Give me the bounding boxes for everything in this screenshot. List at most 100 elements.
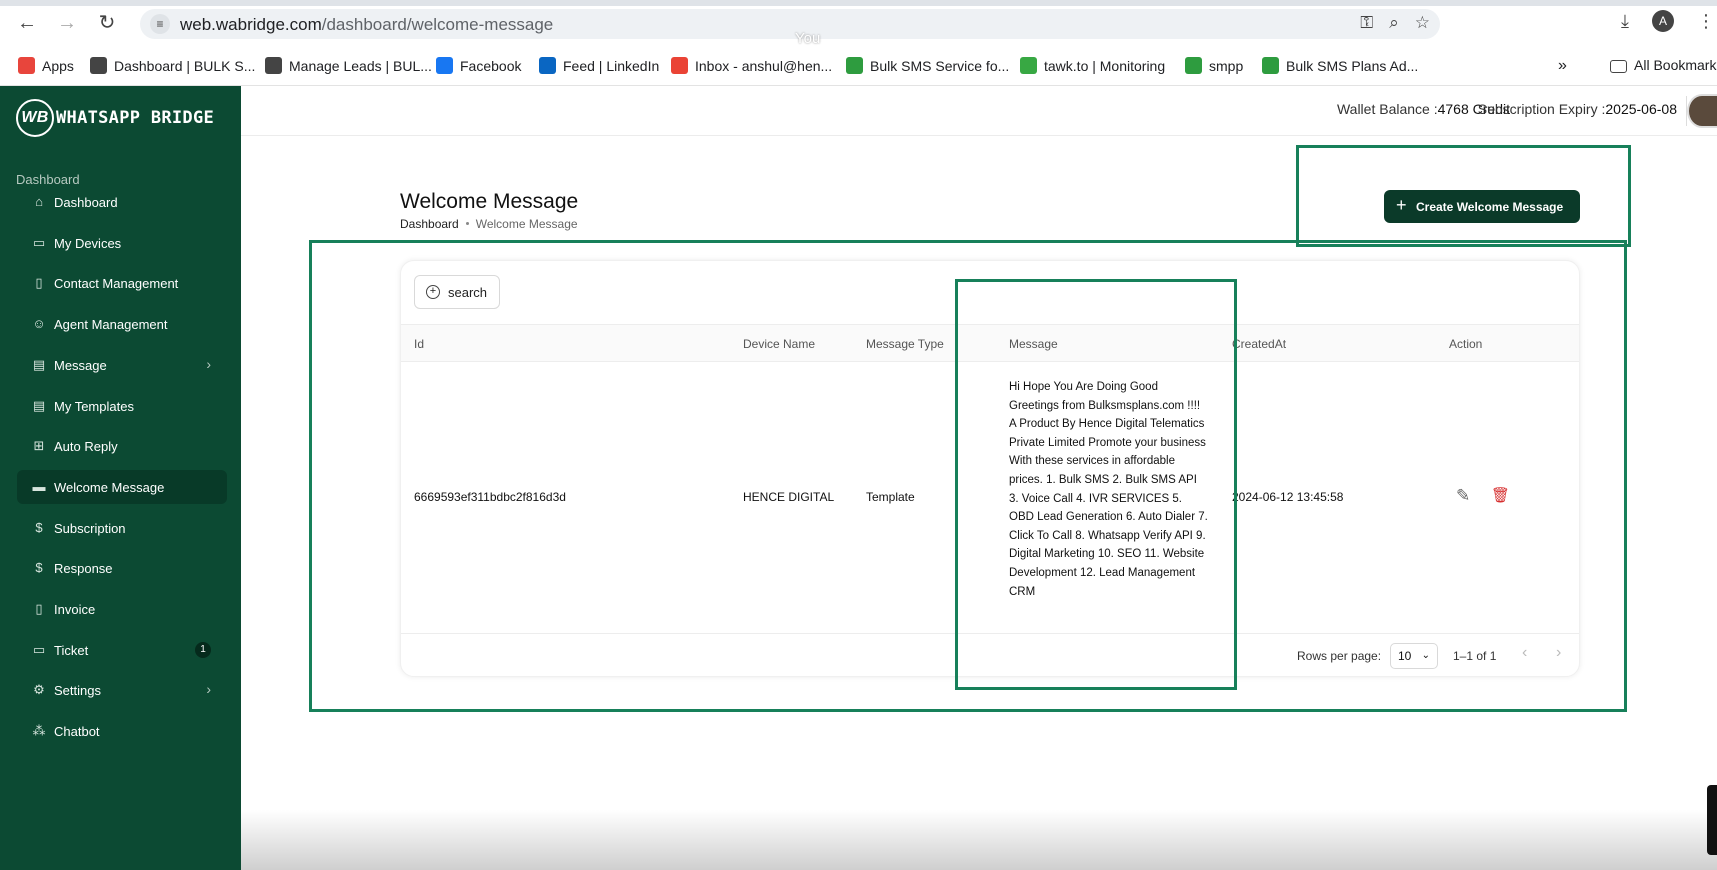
chevron-right-icon: › <box>206 681 211 698</box>
back-arrow-icon[interactable]: ← <box>14 10 40 36</box>
devices-icon: ▭ <box>32 234 46 250</box>
bookmark-label: Apps <box>42 58 74 74</box>
sidebar-item-ticket[interactable]: ▭ Ticket 1 <box>17 633 227 667</box>
sidebar-item-label: Settings <box>54 683 101 699</box>
bookmark-item[interactable]: Apps <box>18 57 74 74</box>
download-icon[interactable]: ⤓ <box>1621 11 1629 32</box>
sidebar-item-response[interactable]: $ Response <box>17 551 227 585</box>
bookmark-item[interactable]: Bulk SMS Plans Ad... <box>1262 57 1418 74</box>
browser-toolbar: ← → ↻ ≡ web.wabridge.com/dashboard/welco… <box>0 6 1717 47</box>
bulksms-icon <box>846 57 863 74</box>
message-icon: ▤ <box>32 356 46 372</box>
sidebar-item-my-devices[interactable]: ▭ My Devices <box>17 226 227 260</box>
bookmark-label: Facebook <box>460 58 522 74</box>
sidebar-item-chatbot[interactable]: ⁂ Chatbot <box>17 714 227 748</box>
sidebar-item-label: Invoice <box>54 602 96 617</box>
page-title: Welcome Message <box>400 190 579 213</box>
reload-icon[interactable]: ↻ <box>94 10 120 36</box>
zoom-icon[interactable]: ⌕ <box>1389 13 1399 32</box>
pdf-icon: ▯ <box>35 601 43 616</box>
menu-kebab-icon[interactable]: ⋮ <box>1697 11 1715 32</box>
sidebar-item-label: Dashboard <box>54 195 118 210</box>
all-bookmarks[interactable]: All Bookmarks <box>1610 57 1717 73</box>
bookmark-label: smpp <box>1209 58 1244 74</box>
app-logo[interactable]: WB WHATSAPP BRIDGE <box>16 99 214 139</box>
bookmarks-bar: Apps Dashboard | BULK S... Manage Leads | … <box>0 52 1717 82</box>
gear-icon: ⚙ <box>33 682 45 698</box>
sidebar-item-label: Message <box>54 357 107 373</box>
highlight-box-create-button <box>1296 145 1631 247</box>
site-info-icon[interactable]: ≡ <box>150 14 170 34</box>
ticket-icon: ▭ <box>32 641 46 657</box>
user-avatar[interactable] <box>1687 94 1717 128</box>
bookmark-label: Dashboard | BULK S... <box>114 58 256 74</box>
sidebar-item-agent-management[interactable]: ☺ Agent Management <box>17 307 227 341</box>
bookmark-item[interactable]: Feed | LinkedIn <box>539 57 659 74</box>
bookmark-item[interactable]: Manage Leads | BUL... <box>265 57 432 74</box>
url-text[interactable]: web.wabridge.com/dashboard/welcome-messa… <box>180 15 553 35</box>
bookmark-label: Bulk SMS Plans Ad... <box>1286 58 1419 74</box>
star-icon[interactable]: ☆ <box>1415 13 1430 32</box>
sidebar-item-label: Response <box>54 561 113 577</box>
contact-book-icon: ▯ <box>35 275 43 291</box>
sidebar-item-label: My Templates <box>54 398 134 414</box>
subscription-expiry: Subscription Expiry :2025-06-08 <box>1477 101 1677 117</box>
bookmark-item[interactable]: Inbox - anshul@hen... <box>671 57 832 74</box>
apps-grid-icon <box>18 57 35 74</box>
sidebar-item-message[interactable]: ▤ Message › <box>17 348 227 382</box>
chatbot-icon: ⁂ <box>32 723 46 739</box>
sidebar-item-label: Contact Management <box>54 276 179 292</box>
all-bookmarks-label: All Bookmarks <box>1634 57 1717 73</box>
sidebar-item-invoice[interactable]: ▯ Invoice <box>17 592 227 626</box>
bulksms-icon <box>1262 57 1279 74</box>
sidebar-item-label: Agent Management <box>54 317 168 333</box>
globe-icon <box>265 57 282 74</box>
breadcrumb-current: Welcome Message <box>475 217 578 231</box>
linkedin-icon <box>539 57 556 74</box>
bottom-shadow <box>241 810 1717 870</box>
sidebar-item-auto-reply[interactable]: ⊞ Auto Reply <box>17 429 227 463</box>
bulksms-icon <box>1185 57 1202 74</box>
sidebar-item-settings[interactable]: ⚙ Settings › <box>17 673 227 707</box>
sidebar-item-contact-management[interactable]: ▯ Contact Management <box>17 266 227 300</box>
address-bar[interactable]: ≡ web.wabridge.com/dashboard/welcome-mes… <box>140 9 1440 39</box>
bookmark-item[interactable]: Bulk SMS Service fo... <box>846 57 1009 74</box>
bookmark-label: Bulk SMS Service fo... <box>870 58 1010 74</box>
grid-icon: ⊞ <box>33 438 45 454</box>
sidebar-item-label: Subscription <box>54 520 126 536</box>
users-icon: ☺ <box>32 316 46 332</box>
bookmark-label: Feed | LinkedIn <box>563 58 660 74</box>
sidebar-item-dashboard[interactable]: ⌂ Dashboard <box>17 185 227 219</box>
sidebar-item-subscription[interactable]: $ Subscription <box>17 511 227 545</box>
forward-arrow-icon[interactable]: → <box>54 10 80 36</box>
facebook-icon <box>436 57 453 74</box>
breadcrumb-dashboard[interactable]: Dashboard <box>400 217 459 231</box>
browser-toolbar-right: ⤓ A ⋮ <box>1621 10 1717 38</box>
bookmarks-overflow-icon[interactable]: » <box>1558 57 1567 75</box>
template-icon: ▤ <box>32 397 46 413</box>
bookmark-item[interactable]: tawk.to | Monitoring <box>1020 57 1165 74</box>
key-icon[interactable]: ⚿ <box>1360 13 1373 32</box>
sidebar-item-welcome-message[interactable]: ▬ Welcome Message <box>17 469 227 504</box>
bookmark-label: Inbox - anshul@hen... <box>695 58 833 74</box>
sidebar-item-label: Chatbot <box>54 724 100 740</box>
floating-widget[interactable] <box>1707 785 1717 855</box>
globe-icon <box>90 57 107 74</box>
home-icon: ⌂ <box>35 194 43 209</box>
logo-mark: WB <box>16 99 54 137</box>
bookmark-item[interactable]: Facebook <box>436 57 521 74</box>
sidebar-item-label: Ticket <box>54 642 89 658</box>
sidebar-item-my-templates[interactable]: ▤ My Templates <box>17 389 227 423</box>
folder-icon <box>1610 60 1627 73</box>
breadcrumb: Dashboard Welcome Message <box>400 217 578 231</box>
logo-text: WHATSAPP BRIDGE <box>56 108 215 128</box>
profile-avatar[interactable]: A <box>1651 10 1674 33</box>
bookmark-item[interactable]: Dashboard | BULK S... <box>90 57 255 74</box>
bookmark-item[interactable]: smpp <box>1185 57 1243 74</box>
tawkto-icon <box>1020 57 1037 74</box>
you-label: You <box>795 30 821 47</box>
sidebar: WB WHATSAPP BRIDGE Dashboard ⌂ Dashboard ▭ M… <box>0 86 241 870</box>
sidebar-item-label: Welcome Message <box>54 479 165 495</box>
chevron-right-icon: › <box>206 355 211 372</box>
breadcrumb-separator <box>465 222 469 225</box>
